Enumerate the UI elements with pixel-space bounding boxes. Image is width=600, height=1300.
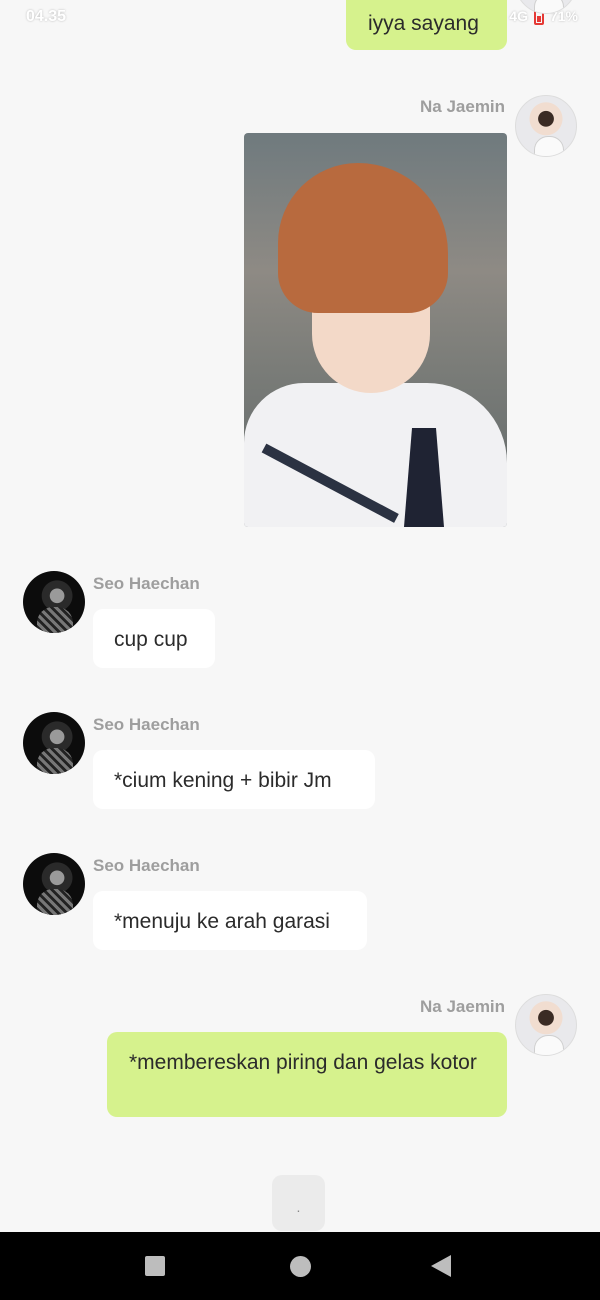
recent-apps-icon[interactable] — [145, 1256, 165, 1276]
message-bubble[interactable]: *cium kening + bibir Jm — [93, 750, 375, 809]
message-bubble[interactable]: *membereskan piring dan gelas kotor — [107, 1032, 507, 1117]
typing-indicator[interactable]: . — [272, 1175, 325, 1231]
message-bubble[interactable]: iyya sayang — [346, 0, 507, 50]
status-bar: 04.35 4G 4G 71% — [0, 0, 600, 40]
sender-name: Seo Haechan — [93, 574, 200, 593]
avatar-seo-haechan[interactable] — [23, 853, 85, 915]
back-icon[interactable] — [431, 1255, 451, 1277]
photo-hair — [278, 163, 448, 313]
avatar-na-jaemin[interactable] — [515, 95, 577, 157]
sender-name: Seo Haechan — [93, 715, 200, 734]
message-bubble[interactable]: cup cup — [93, 609, 215, 668]
sender-name: Na Jaemin — [420, 997, 506, 1016]
sender-name: Na Jaemin — [420, 97, 506, 116]
status-time: 04.35 — [26, 8, 67, 25]
avatar-seo-haechan[interactable] — [23, 571, 85, 633]
sender-name: Seo Haechan — [93, 856, 200, 875]
home-icon[interactable] — [290, 1256, 311, 1277]
shared-photo[interactable] — [244, 133, 507, 527]
avatar-seo-haechan[interactable] — [23, 712, 85, 774]
message-bubble[interactable]: *menuju ke arah garasi — [93, 891, 367, 950]
avatar-na-jaemin[interactable] — [515, 994, 577, 1056]
